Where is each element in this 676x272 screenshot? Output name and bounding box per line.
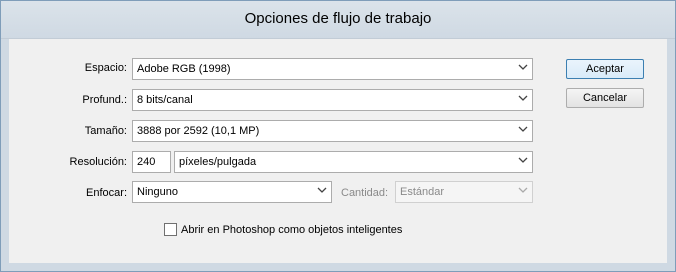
enfocar-label: Enfocar:: [86, 187, 127, 199]
cantidad-value: Estándar: [400, 186, 445, 198]
chevron-down-icon: [317, 187, 327, 193]
espacio-value: Adobe RGB (1998): [137, 63, 231, 75]
resolucion-input[interactable]: 240: [132, 151, 171, 173]
chevron-down-icon: [518, 126, 528, 132]
dialog-content: Espacio: Adobe RGB (1998) Profund.: 8 bi…: [9, 39, 667, 263]
accept-button[interactable]: Aceptar: [566, 59, 644, 79]
enfocar-value: Ninguno: [137, 186, 178, 198]
resolucion-label: Resolución:: [69, 156, 127, 168]
chevron-down-icon: [518, 187, 528, 193]
cantidad-label: Cantidad:: [341, 187, 389, 199]
tamano-value: 3888 por 2592 (10,1 MP): [137, 125, 260, 137]
tamano-label: Tamaño:: [84, 125, 127, 137]
profund-select[interactable]: 8 bits/canal: [132, 89, 533, 111]
window-frame-right: [667, 39, 675, 271]
resolucion-unit-value: píxeles/pulgada: [179, 156, 257, 168]
espacio-select[interactable]: Adobe RGB (1998): [132, 58, 533, 80]
profund-value: 8 bits/canal: [137, 94, 193, 106]
smart-objects-checkbox[interactable]: [164, 223, 177, 236]
profund-label: Profund.:: [82, 94, 127, 106]
cancel-button[interactable]: Cancelar: [566, 88, 644, 108]
window-frame-left: [1, 39, 9, 271]
enfocar-select[interactable]: Ninguno: [132, 181, 332, 203]
cantidad-select: Estándar: [395, 181, 533, 203]
resolucion-unit-select[interactable]: píxeles/pulgada: [174, 151, 533, 173]
window-frame-bottom: [1, 263, 675, 271]
chevron-down-icon: [518, 157, 528, 163]
chevron-down-icon: [518, 64, 528, 70]
tamano-select[interactable]: 3888 por 2592 (10,1 MP): [132, 120, 533, 142]
smart-objects-checkbox-label[interactable]: Abrir en Photoshop como objetos intelige…: [181, 224, 402, 236]
workflow-options-dialog: Opciones de flujo de trabajo Espacio: Ad…: [0, 0, 676, 272]
chevron-down-icon: [518, 95, 528, 101]
espacio-label: Espacio:: [84, 62, 127, 74]
dialog-title: Opciones de flujo de trabajo: [244, 10, 432, 27]
title-bar[interactable]: Opciones de flujo de trabajo: [1, 1, 675, 39]
